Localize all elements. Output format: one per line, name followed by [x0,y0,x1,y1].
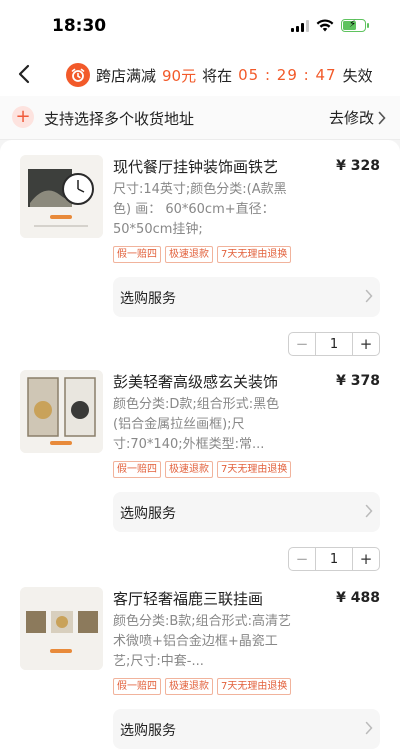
tag-7day-return: 7天无理由退换 [217,678,292,695]
tag-fast-refund: 极速退款 [165,246,213,263]
status-bar: 18:30 ⚡ [0,0,400,52]
cart-items-card: 现代餐厅挂钟装饰画铁艺 ¥ 328 尺寸:14英寸;颜色分类:(A款黑色) 画：… [0,140,400,750]
promo-mid: 将在 [202,66,233,85]
select-service-label: 选购服务 [120,723,176,739]
address-bar[interactable]: + 支持选择多个收货地址 去修改 [0,96,400,140]
cart-item: 彭美轻奢高级感玄关装饰 ¥ 378 颜色分类:D款;组合形式:黑色 (铝合金属拉… [0,355,400,571]
cellular-signal-icon [291,19,309,32]
nav-bar: 跨店满减 90元 将在 05 : 29 : 47 失效 [0,52,400,96]
select-service-row[interactable]: 选购服务 [113,277,380,317]
select-service-row[interactable]: 选购服务 [113,709,380,749]
product-spec[interactable]: 颜色分类:D款;组合形式:黑色 (铝合金属拉丝画框);尺寸:70*140;外框类… [113,395,293,455]
product-price: ¥ 378 [336,373,380,389]
address-text: 支持选择多个收货地址 [44,110,195,128]
cart-item: 现代餐厅挂钟装饰画铁艺 ¥ 328 尺寸:14英寸;颜色分类:(A款黑色) 画：… [0,140,400,356]
wifi-icon [316,19,334,32]
service-tags: 假一赔四 极速退款 7天无理由退换 [113,461,292,478]
countdown-timer: 05 : 29 : 47 [238,66,337,84]
status-icons: ⚡ [291,19,369,32]
address-edit-button[interactable]: 去修改 [329,107,386,128]
alarm-clock-icon [66,63,90,87]
product-image-triptych [20,587,103,670]
increase-button[interactable]: + [353,548,379,570]
battery-charging-icon: ⚡ [341,19,369,32]
product-spec[interactable]: 颜色分类:B款;组合形式:高清艺术微喷+铝合金边框+晶瓷工艺;尺寸:中套-... [113,612,293,672]
tag-7day-return: 7天无理由退换 [217,246,292,263]
product-thumbnail[interactable] [20,370,103,453]
increase-button[interactable]: + [353,333,379,355]
tag-fake-compensation: 假一赔四 [113,461,161,478]
product-price: ¥ 488 [336,590,380,606]
tag-fake-compensation: 假一赔四 [113,246,161,263]
promo-suffix: 失效 [342,66,373,85]
chevron-right-icon [378,111,386,124]
promo-prefix: 跨店满减 [96,66,157,85]
chevron-right-icon [365,721,373,735]
quantity-stepper: − 1 + [288,547,380,571]
chevron-right-icon [365,504,373,518]
tag-fast-refund: 极速退款 [165,678,213,695]
product-title[interactable]: 客厅轻奢福鹿三联挂画 [113,588,263,609]
select-service-label: 选购服务 [120,506,176,522]
select-service-row[interactable]: 选购服务 [113,492,380,532]
promo-amount: 90元 [162,66,197,85]
quantity-value[interactable]: 1 [315,548,353,570]
chevron-left-icon [18,64,30,84]
product-thumbnail[interactable] [20,587,103,670]
product-image-clock-painting [20,155,103,238]
service-tags: 假一赔四 极速退款 7天无理由退换 [113,678,292,695]
back-button[interactable] [10,60,38,88]
product-title[interactable]: 彭美轻奢高级感玄关装饰 [113,371,278,392]
product-image-entrance-painting [20,370,103,453]
decrease-button[interactable]: − [289,548,315,570]
service-tags: 假一赔四 极速退款 7天无理由退换 [113,246,292,263]
quantity-stepper: − 1 + [288,332,380,356]
tag-fake-compensation: 假一赔四 [113,678,161,695]
plus-icon: + [12,106,34,128]
product-spec[interactable]: 尺寸:14英寸;颜色分类:(A款黑色) 画： 60*60cm+直径： 50*50… [113,180,293,240]
product-title[interactable]: 现代餐厅挂钟装饰画铁艺 [113,156,278,177]
tag-7day-return: 7天无理由退换 [217,461,292,478]
product-thumbnail[interactable] [20,155,103,238]
quantity-value[interactable]: 1 [315,333,353,355]
address-edit-label: 去修改 [328,109,374,127]
product-price: ¥ 328 [336,158,380,174]
status-time: 18:30 [52,16,107,36]
cart-item: 客厅轻奢福鹿三联挂画 ¥ 488 颜色分类:B款;组合形式:高清艺术微喷+铝合金… [0,570,400,750]
decrease-button[interactable]: − [289,333,315,355]
select-service-label: 选购服务 [120,291,176,307]
chevron-right-icon [365,289,373,303]
tag-fast-refund: 极速退款 [165,461,213,478]
promo-banner: 跨店满减 90元 将在 05 : 29 : 47 失效 [66,63,373,87]
